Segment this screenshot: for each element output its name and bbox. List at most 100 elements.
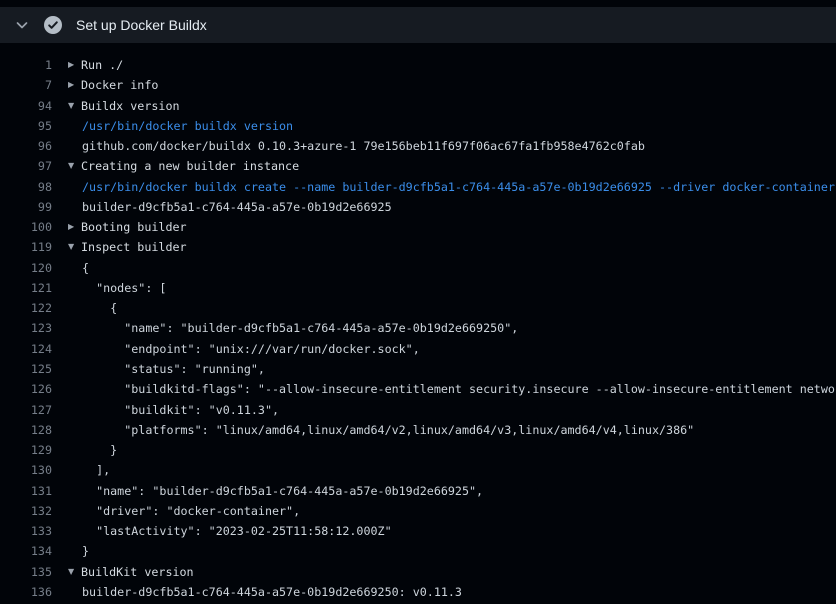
log-line-content: builder-d9cfb5a1-c764-445a-a57e-0b19d2e6… [68, 197, 392, 217]
log-text: github.com/docker/buildx 0.10.3+azure-1 … [68, 136, 645, 156]
log-group-toggle[interactable]: Docker info [81, 75, 158, 95]
log-line-content: "driver": "docker-container", [68, 501, 300, 521]
line-number-link[interactable]: 129 [0, 440, 52, 460]
line-number-link[interactable]: 98 [0, 177, 52, 197]
log-line-content: ▼ Inspect builder [68, 237, 187, 257]
log-text: { [68, 258, 89, 278]
log-line[interactable]: 119 ▼ Inspect builder [0, 237, 836, 257]
line-number-link[interactable]: 133 [0, 521, 52, 541]
line-number-link[interactable]: 97 [0, 156, 52, 176]
log-text: } [68, 541, 89, 561]
line-number-link[interactable]: 95 [0, 116, 52, 136]
log-text: "buildkit": "v0.11.3", [68, 400, 279, 420]
line-number-link[interactable]: 135 [0, 562, 52, 582]
log-text: "lastActivity": "2023-02-25T11:58:12.000… [68, 521, 392, 541]
log-line-content: builder-d9cfb5a1-c764-445a-a57e-0b19d2e6… [68, 582, 462, 602]
step-title: Set up Docker Buildx [76, 7, 207, 43]
log-text: ], [68, 460, 110, 480]
log-line-content: ▶ Run ./ [68, 55, 123, 75]
line-number-link[interactable]: 125 [0, 359, 52, 379]
log-line[interactable]: 97 ▼ Creating a new builder instance [0, 156, 836, 176]
log-line-content: "status": "running", [68, 359, 265, 379]
line-number-link[interactable]: 130 [0, 460, 52, 480]
line-number-link[interactable]: 121 [0, 278, 52, 298]
log-line-content: "nodes": [ [68, 278, 166, 298]
log-line: 124 "endpoint": "unix:///var/run/docker.… [0, 339, 836, 359]
log-text: builder-d9cfb5a1-c764-445a-a57e-0b19d2e6… [68, 197, 392, 217]
line-number-link[interactable]: 134 [0, 541, 52, 561]
line-number-link[interactable]: 96 [0, 136, 52, 156]
line-number-link[interactable]: 120 [0, 258, 52, 278]
log-text: } [68, 440, 117, 460]
log-text: "buildkitd-flags": "--allow-insecure-ent… [68, 379, 836, 399]
log-line-content: } [68, 440, 117, 460]
log-line-content: { [68, 258, 89, 278]
line-number-link[interactable]: 124 [0, 339, 52, 359]
line-number-link[interactable]: 7 [0, 75, 52, 95]
log-line[interactable]: 135 ▼ BuildKit version [0, 562, 836, 582]
log-line-content: ▶ Docker info [68, 75, 158, 95]
log-line[interactable]: 94 ▼ Buildx version [0, 96, 836, 116]
log-text: /usr/bin/docker buildx create --name bui… [68, 177, 836, 197]
log-text: "driver": "docker-container", [68, 501, 300, 521]
line-number-link[interactable]: 132 [0, 501, 52, 521]
log-line-content: "buildkit": "v0.11.3", [68, 400, 279, 420]
log-group-toggle[interactable]: Inspect builder [81, 237, 187, 257]
log-group-toggle[interactable]: BuildKit version [81, 562, 194, 582]
log-line: 130 ], [0, 460, 836, 480]
log-line-content: ▼ Creating a new builder instance [68, 156, 299, 176]
line-number-link[interactable]: 127 [0, 400, 52, 420]
log-line: 127 "buildkit": "v0.11.3", [0, 400, 836, 420]
chevron-down-icon [14, 17, 30, 33]
log-line-content: { [68, 298, 117, 318]
line-number-link[interactable]: 126 [0, 379, 52, 399]
log-line-content: "buildkitd-flags": "--allow-insecure-ent… [68, 379, 836, 399]
log-line[interactable]: 7 ▶ Docker info [0, 75, 836, 95]
log-line: 122 { [0, 298, 836, 318]
log-text: "name": "builder-d9cfb5a1-c764-445a-a57e… [68, 481, 483, 501]
log-line[interactable]: 100 ▶ Booting builder [0, 217, 836, 237]
log-group-toggle[interactable]: Booting builder [81, 217, 187, 237]
triangle-icon: ▶ [68, 75, 81, 95]
log-line[interactable]: 1 ▶ Run ./ [0, 55, 836, 75]
log-line-content: "platforms": "linux/amd64,linux/amd64/v2… [68, 420, 694, 440]
log-line-content: } [68, 541, 89, 561]
log-line: 133 "lastActivity": "2023-02-25T11:58:12… [0, 521, 836, 541]
line-number-link[interactable]: 100 [0, 217, 52, 237]
log-text: /usr/bin/docker buildx version [68, 116, 293, 136]
line-number-link[interactable]: 131 [0, 481, 52, 501]
log-line: 131 "name": "builder-d9cfb5a1-c764-445a-… [0, 481, 836, 501]
line-number-link[interactable]: 123 [0, 318, 52, 338]
step-header[interactable]: Set up Docker Buildx [0, 7, 836, 43]
log-line-content: /usr/bin/docker buildx create --name bui… [68, 177, 836, 197]
log-lines: 1 ▶ Run ./ 7 ▶ Docker info 94 ▼ Buildx v… [0, 55, 836, 602]
log-text: "status": "running", [68, 359, 265, 379]
triangle-icon: ▶ [68, 217, 81, 237]
log-line-content: "name": "builder-d9cfb5a1-c764-445a-a57e… [68, 481, 483, 501]
log-line-content: "name": "builder-d9cfb5a1-c764-445a-a57e… [68, 318, 518, 338]
log-group-toggle[interactable]: Buildx version [81, 96, 180, 116]
triangle-icon: ▶ [68, 55, 81, 75]
line-number-link[interactable]: 94 [0, 96, 52, 116]
line-number-link[interactable]: 119 [0, 237, 52, 257]
triangle-icon: ▼ [68, 96, 81, 116]
log-line: 126 "buildkitd-flags": "--allow-insecure… [0, 379, 836, 399]
log-line: 128 "platforms": "linux/amd64,linux/amd6… [0, 420, 836, 440]
log-line-content: ▶ Booting builder [68, 217, 187, 237]
line-number-link[interactable]: 122 [0, 298, 52, 318]
line-number-link[interactable]: 99 [0, 197, 52, 217]
log-group-toggle[interactable]: Run ./ [81, 55, 123, 75]
log-line: 134 } [0, 541, 836, 561]
log-line-content: "lastActivity": "2023-02-25T11:58:12.000… [68, 521, 392, 541]
line-number-link[interactable]: 1 [0, 55, 52, 75]
log-line: 99 builder-d9cfb5a1-c764-445a-a57e-0b19d… [0, 197, 836, 217]
log-group-toggle[interactable]: Creating a new builder instance [81, 156, 299, 176]
log-line: 120 { [0, 258, 836, 278]
line-number-link[interactable]: 136 [0, 582, 52, 602]
line-number-link[interactable]: 128 [0, 420, 52, 440]
log-line: 136 builder-d9cfb5a1-c764-445a-a57e-0b19… [0, 582, 836, 602]
check-circle-icon [44, 16, 62, 34]
log-line: 98 /usr/bin/docker buildx create --name … [0, 177, 836, 197]
log-line-content: github.com/docker/buildx 0.10.3+azure-1 … [68, 136, 645, 156]
log-line: 121 "nodes": [ [0, 278, 836, 298]
